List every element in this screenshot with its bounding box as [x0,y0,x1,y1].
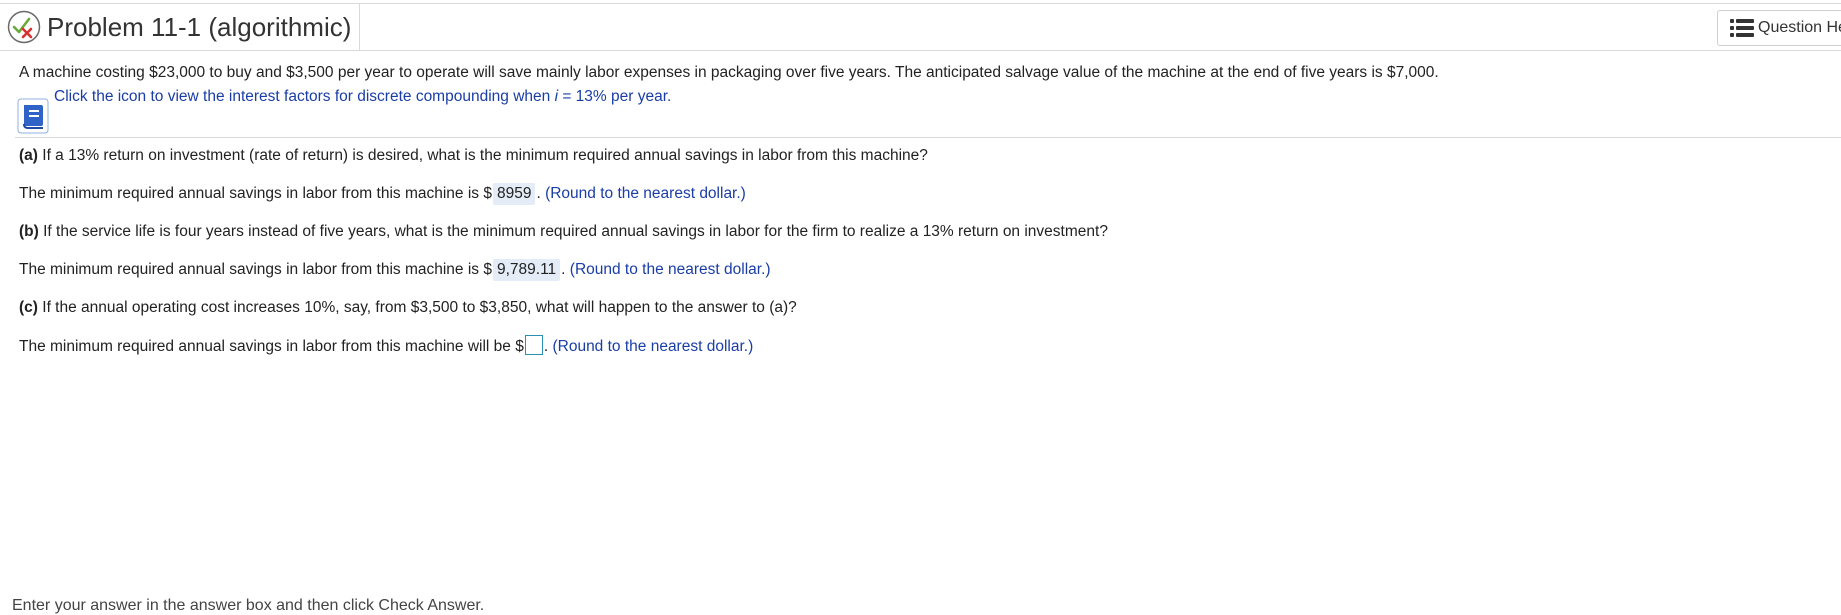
footer-instruction: Enter your answer in the answer box and … [12,597,485,614]
part-c-answer-line: The minimum required annual savings in l… [19,335,753,358]
part-c-answer-input[interactable] [524,335,543,355]
part-b-answer-line: The minimum required annual savings in l… [19,259,771,281]
problem-statement: A machine costing $23,000 to buy and $3,… [19,64,1439,81]
question-help-button[interactable]: Question Hel [1717,10,1841,46]
part-b-hint: (Round to the nearest dollar.) [569,261,771,278]
part-c-answer-prefix: The minimum required annual savings in l… [19,338,524,355]
link-prefix: Click the icon to view the interest fact… [54,88,555,105]
part-c-label: (c) [19,299,38,316]
link-suffix: = 13% per year. [558,88,672,105]
part-b-text: If the service life is four years instea… [38,223,1108,240]
divider [15,137,1841,138]
part-b-question: (b) If the service life is four years in… [19,221,1108,243]
part-b-answer-suffix: . [561,261,570,278]
partial-correct-check-x-icon [7,10,41,44]
part-b-answer-value: 9,789.11 [492,259,561,281]
list-icon [1730,18,1754,38]
part-a-hint: (Round to the nearest dollar.) [545,185,746,202]
header-bar: Problem 11-1 (algorithmic) Question Hel [0,3,1841,51]
question-help-label: Question Hel [1758,19,1841,36]
page: Problem 11-1 (algorithmic) Question Hel … [0,0,1841,615]
part-c-hint: (Round to the nearest dollar.) [552,338,754,355]
part-a-question: (a) If a 13% return on investment (rate … [19,145,928,167]
book-icon[interactable] [17,98,49,134]
part-a-label: (a) [19,147,38,164]
part-a-answer-line: The minimum required annual savings in l… [19,183,746,205]
part-b-label: (b) [19,223,39,240]
part-c-text: If the annual operating cost increases 1… [37,299,797,316]
page-title: Problem 11-1 (algorithmic) [47,11,352,42]
part-b-answer-prefix: The minimum required annual savings in l… [19,261,492,278]
title-section: Problem 11-1 (algorithmic) [0,4,361,50]
part-a-text: If a 13% return on investment (rate of r… [37,147,928,164]
part-a-answer-value: 8959 [492,183,536,205]
part-a-answer-suffix: . [536,185,546,202]
part-c-question: (c) If the annual operating cost increas… [19,297,797,319]
interest-factors-link[interactable]: Click the icon to view the interest fact… [54,86,671,108]
part-a-answer-prefix: The minimum required annual savings in l… [19,185,492,202]
